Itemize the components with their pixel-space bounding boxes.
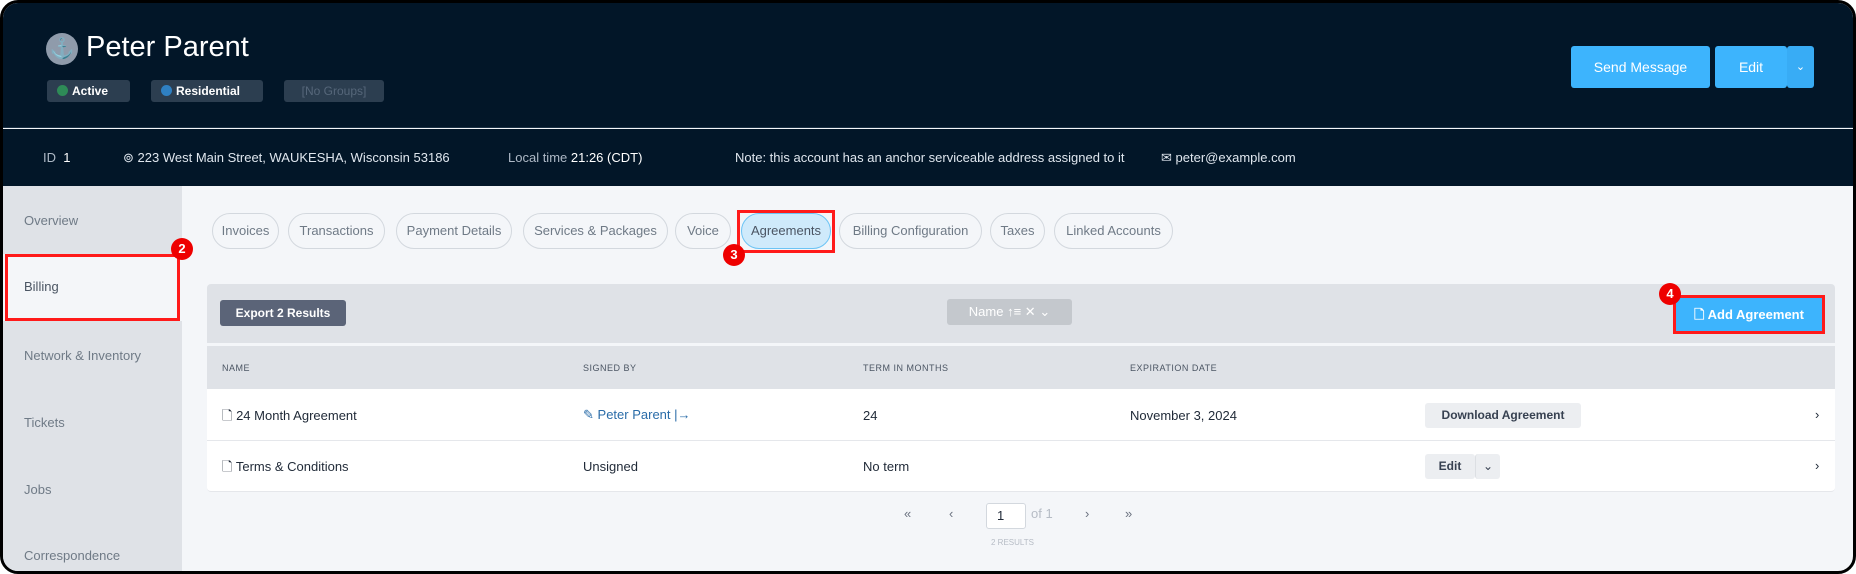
account-header: ⚓ Peter Parent Active Residential [No Gr… xyxy=(3,3,1853,128)
signed-by-value: Unsigned xyxy=(583,459,638,474)
term-value: 24 xyxy=(863,408,878,423)
edit-button[interactable]: Edit xyxy=(1715,46,1787,88)
pencil-icon: ✎ xyxy=(583,407,594,422)
page-title: Peter Parent xyxy=(86,31,249,63)
page-total: of 1 xyxy=(1031,506,1053,521)
account-note: Note: this account has an anchor service… xyxy=(735,150,1125,165)
tab-taxes[interactable]: Taxes xyxy=(990,213,1045,249)
chevron-down-icon: ⌄ xyxy=(1039,304,1051,319)
sort-filter-chip[interactable]: Name ↑≡ ✕ ⌄ xyxy=(947,299,1072,325)
column-signed-by: SIGNED BY xyxy=(583,363,637,373)
download-agreement-button[interactable]: Download Agreement xyxy=(1425,403,1581,428)
term-value: No term xyxy=(863,459,910,474)
annotation-number: 2 xyxy=(171,238,193,260)
table-row[interactable]: 🗋 24 Month Agreement ✎ Peter Parent |→ 2… xyxy=(207,389,1835,441)
location-pin-icon: ⊚ xyxy=(123,150,134,165)
prev-page-icon[interactable]: ‹ xyxy=(949,506,953,521)
column-term: TERM IN MONTHS xyxy=(863,363,949,373)
agreement-name: 🗋 24 Month Agreement xyxy=(222,408,357,423)
row-chevron-right-icon[interactable]: › xyxy=(1815,458,1819,473)
next-page-icon[interactable]: › xyxy=(1085,506,1089,521)
close-icon[interactable]: ✕ xyxy=(1025,304,1036,319)
annotation-box-billing xyxy=(5,254,180,321)
edit-dropdown-chevron-icon[interactable]: ⌄ xyxy=(1787,46,1814,88)
local-time: Local time 21:26 (CDT) xyxy=(508,150,643,165)
tab-billing-configuration[interactable]: Billing Configuration xyxy=(839,213,982,249)
column-name: NAME xyxy=(222,363,251,373)
status-badge: Active xyxy=(47,80,130,102)
mail-icon: ✉ xyxy=(1161,150,1172,165)
login-arrow-icon: |→ xyxy=(674,407,691,422)
tab-services-packages[interactable]: Services & Packages xyxy=(523,213,668,249)
annotation-number: 3 xyxy=(723,244,745,266)
tab-linked-accounts[interactable]: Linked Accounts xyxy=(1054,213,1173,249)
table-header: NAME SIGNED BY TERM IN MONTHS EXPIRATION… xyxy=(207,346,1835,389)
edit-agreement-button[interactable]: Edit xyxy=(1425,454,1475,479)
agreement-name: 🗋 Terms & Conditions xyxy=(222,459,349,474)
document-icon: 🗋 xyxy=(222,459,233,474)
address: ⊚ 223 West Main Street, WAUKESHA, Wiscon… xyxy=(123,150,450,165)
document-icon: 🗋 xyxy=(222,408,233,423)
tab-transactions[interactable]: Transactions xyxy=(288,213,385,249)
column-expiration: EXPIRATION DATE xyxy=(1130,363,1218,373)
tab-voice[interactable]: Voice xyxy=(675,213,731,249)
account-id: ID 1 xyxy=(43,150,71,165)
annotation-number: 4 xyxy=(1659,283,1681,305)
results-count: 2 RESULTS xyxy=(991,538,1034,547)
last-page-icon[interactable]: » xyxy=(1125,506,1132,521)
signed-by-link[interactable]: ✎ Peter Parent |→ xyxy=(583,407,691,423)
sidebar-item-tickets[interactable]: Tickets xyxy=(3,390,182,456)
page-input[interactable]: 1 xyxy=(986,503,1026,529)
sidebar-item-network-inventory[interactable]: Network & Inventory xyxy=(3,323,182,389)
tab-payment-details[interactable]: Payment Details xyxy=(396,213,512,249)
edit-dropdown-chevron-icon[interactable]: ⌄ xyxy=(1475,454,1500,479)
sidebar: Overview Billing Network & Inventory Tic… xyxy=(3,186,182,571)
tab-invoices[interactable]: Invoices xyxy=(212,213,279,249)
first-page-icon[interactable]: « xyxy=(904,506,911,521)
send-message-button[interactable]: Send Message xyxy=(1571,46,1710,88)
groups-badge: [No Groups] xyxy=(284,80,384,102)
sidebar-item-overview[interactable]: Overview xyxy=(3,188,182,254)
expiration-value: November 3, 2024 xyxy=(1130,408,1237,423)
email[interactable]: ✉ peter@example.com xyxy=(1161,150,1296,166)
sidebar-item-jobs[interactable]: Jobs xyxy=(3,457,182,523)
type-badge: Residential xyxy=(151,80,263,102)
info-bar: ID 1 ⊚ 223 West Main Street, WAUKESHA, W… xyxy=(3,129,1853,186)
sort-icon: ↑≡ xyxy=(1007,304,1022,319)
table-toolbar: Export 2 Results Name ↑≡ ✕ ⌄ 🗋 Add Agree… xyxy=(207,284,1835,343)
export-button[interactable]: Export 2 Results xyxy=(220,300,346,326)
table-row[interactable]: 🗋 Terms & Conditions Unsigned No term Ed… xyxy=(207,441,1835,492)
app-window: ⚓ Peter Parent Active Residential [No Gr… xyxy=(0,0,1856,574)
annotation-box-add-agreement xyxy=(1673,295,1825,334)
sidebar-item-correspondence[interactable]: Correspondence xyxy=(3,523,182,571)
anchor-icon: ⚓ xyxy=(46,33,78,65)
annotation-box-agreements xyxy=(737,210,835,253)
row-chevron-right-icon[interactable]: › xyxy=(1815,407,1819,422)
